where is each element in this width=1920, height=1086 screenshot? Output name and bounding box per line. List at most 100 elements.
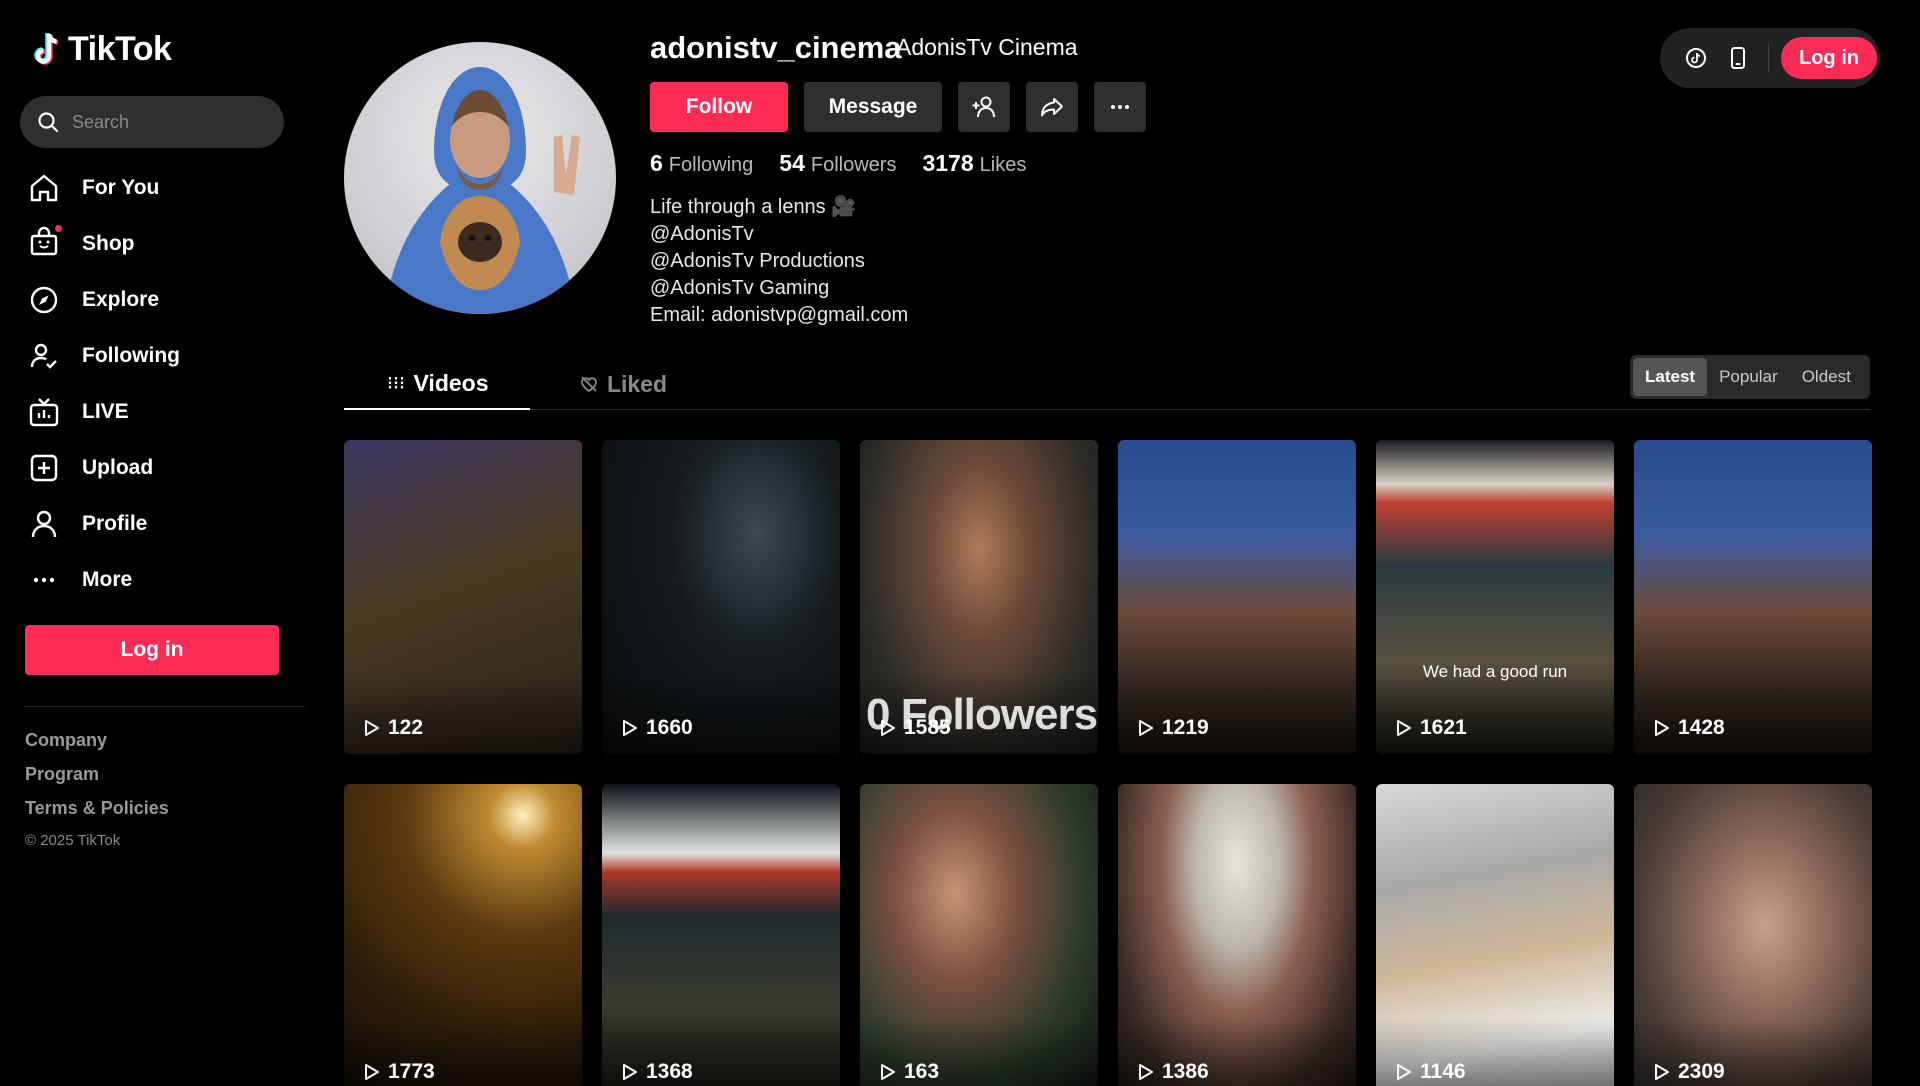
followers-label: Followers	[810, 154, 897, 176]
sidebar-item-label: More	[82, 568, 133, 591]
video-card[interactable]: 2309	[1634, 784, 1872, 1086]
play-icon	[881, 720, 895, 736]
video-card[interactable]: 1368	[602, 784, 840, 1086]
search-icon	[38, 112, 59, 133]
video-grid: 122 1660 0 Followers 1585 1219 We had a …	[344, 440, 1872, 1086]
avatar-image	[384, 67, 580, 314]
bio-line: @AdonisTv	[650, 223, 754, 245]
follow-button[interactable]: Follow	[650, 82, 788, 132]
video-card[interactable]: 0 Followers 1585	[860, 440, 1098, 754]
play-icon	[623, 1064, 637, 1080]
play-icon	[1397, 720, 1411, 736]
tab-liked[interactable]: Liked	[530, 358, 716, 410]
play-icon	[623, 720, 637, 736]
play-icon	[365, 1064, 379, 1080]
play-icon	[365, 720, 379, 736]
view-count-value: 1660	[646, 716, 693, 739]
share-icon	[1041, 98, 1063, 117]
video-card[interactable]: 1386	[1118, 784, 1356, 1086]
video-card[interactable]: 163	[860, 784, 1098, 1086]
search-bar[interactable]	[20, 96, 284, 148]
bio-line: @AdonisTv Gaming	[650, 277, 830, 299]
sidebar-item-label: LIVE	[82, 400, 129, 423]
view-count: 1621	[1394, 716, 1467, 740]
view-count: 1219	[1136, 716, 1209, 740]
profile-actions: Follow Message	[650, 82, 1146, 132]
grid-icon	[388, 377, 403, 389]
sidebar-item-shop[interactable]: Shop	[20, 216, 284, 272]
likes-stat: 3178 Likes	[922, 150, 1026, 177]
sidebar-item-upload[interactable]: Upload	[20, 440, 284, 496]
view-count-value: 163	[904, 1060, 940, 1083]
profile-bio: Life through a lenns 🎥 @AdonisTv @Adonis…	[650, 194, 908, 329]
message-button[interactable]: Message	[804, 82, 942, 132]
upload-plus-icon	[30, 454, 58, 482]
sidebar-item-explore[interactable]: Explore	[20, 272, 284, 328]
sidebar: TikTok For You Shop Explore	[0, 0, 305, 1086]
home-icon	[30, 174, 58, 202]
footer-link-terms[interactable]: Terms & Policies	[25, 796, 169, 830]
sidebar-item-following[interactable]: Following	[20, 328, 284, 384]
view-count-value: 2309	[1678, 1060, 1725, 1083]
coins-icon[interactable]	[1684, 46, 1708, 70]
likes-label: Likes	[979, 154, 1027, 176]
play-icon	[1655, 1064, 1669, 1080]
view-count-value: 1773	[388, 1060, 435, 1083]
search-input[interactable]	[72, 111, 262, 133]
view-count: 1368	[620, 1060, 693, 1084]
video-card[interactable]: 1773	[344, 784, 582, 1086]
sidebar-item-live[interactable]: LIVE	[20, 384, 284, 440]
profile-icon	[31, 510, 57, 538]
play-icon	[1397, 1064, 1411, 1080]
sidebar-item-label: Explore	[82, 288, 160, 311]
top-right-controls: Log in	[1660, 28, 1880, 88]
sidebar-divider	[25, 706, 305, 707]
video-card[interactable]: 1146	[1376, 784, 1614, 1086]
sidebar-login-button[interactable]: Log in	[25, 625, 279, 675]
sidebar-item-label: Upload	[82, 456, 154, 479]
view-count: 1773	[362, 1060, 435, 1084]
sidebar-item-for-you[interactable]: For You	[20, 160, 284, 216]
view-count-value: 122	[388, 716, 424, 739]
mobile-app-icon[interactable]	[1726, 46, 1750, 70]
followers-stat[interactable]: 54 Followers	[779, 150, 896, 177]
video-card[interactable]: 1428	[1634, 440, 1872, 754]
liked-heart-lock-icon	[581, 376, 597, 393]
view-count-value: 1621	[1420, 716, 1467, 739]
video-card[interactable]: 1660	[602, 440, 840, 754]
view-count-value: 1428	[1678, 716, 1725, 739]
view-count: 122	[362, 716, 423, 740]
profile-display-name: AdonisTv Cinema	[896, 34, 1078, 60]
footer-link-company[interactable]: Company	[25, 728, 169, 762]
video-card[interactable]: 122	[344, 440, 582, 754]
view-count: 1146	[1394, 1060, 1466, 1084]
tab-videos[interactable]: Videos	[344, 358, 530, 410]
tab-label: Videos	[413, 369, 489, 396]
following-stat[interactable]: 6 Following	[650, 150, 753, 177]
footer-link-program[interactable]: Program	[25, 762, 169, 796]
sidebar-item-more[interactable]: More	[20, 552, 284, 608]
bio-line: Life through a lenns 🎥	[650, 196, 857, 218]
more-horizontal-icon	[1111, 105, 1129, 109]
video-card[interactable]: We had a good run 1621	[1376, 440, 1614, 754]
share-button[interactable]	[1026, 82, 1078, 132]
sort-latest-button[interactable]: Latest	[1633, 358, 1708, 396]
likes-count: 3178	[922, 150, 974, 176]
sidebar-item-profile[interactable]: Profile	[20, 496, 284, 552]
suggested-accounts-button[interactable]	[958, 82, 1010, 132]
tiktok-logo[interactable]: TikTok	[30, 30, 172, 69]
top-login-button[interactable]: Log in	[1781, 37, 1877, 79]
video-card[interactable]: 1219	[1118, 440, 1356, 754]
view-count: 163	[878, 1060, 939, 1084]
view-count-value: 1219	[1162, 716, 1209, 739]
sort-oldest-button[interactable]: Oldest	[1790, 358, 1863, 396]
tiktok-logo-icon	[34, 32, 59, 65]
more-options-button[interactable]	[1094, 82, 1146, 132]
tiktok-profile-page: TikTok For You Shop Explore	[0, 0, 1920, 1086]
bio-line: @AdonisTv Productions	[650, 250, 865, 272]
view-count-value: 1146	[1420, 1060, 1466, 1083]
sort-popular-button[interactable]: Popular	[1707, 358, 1790, 396]
copyright-text: © 2025 TikTok	[25, 832, 121, 849]
play-icon	[1139, 720, 1153, 736]
avatar[interactable]	[344, 42, 616, 314]
